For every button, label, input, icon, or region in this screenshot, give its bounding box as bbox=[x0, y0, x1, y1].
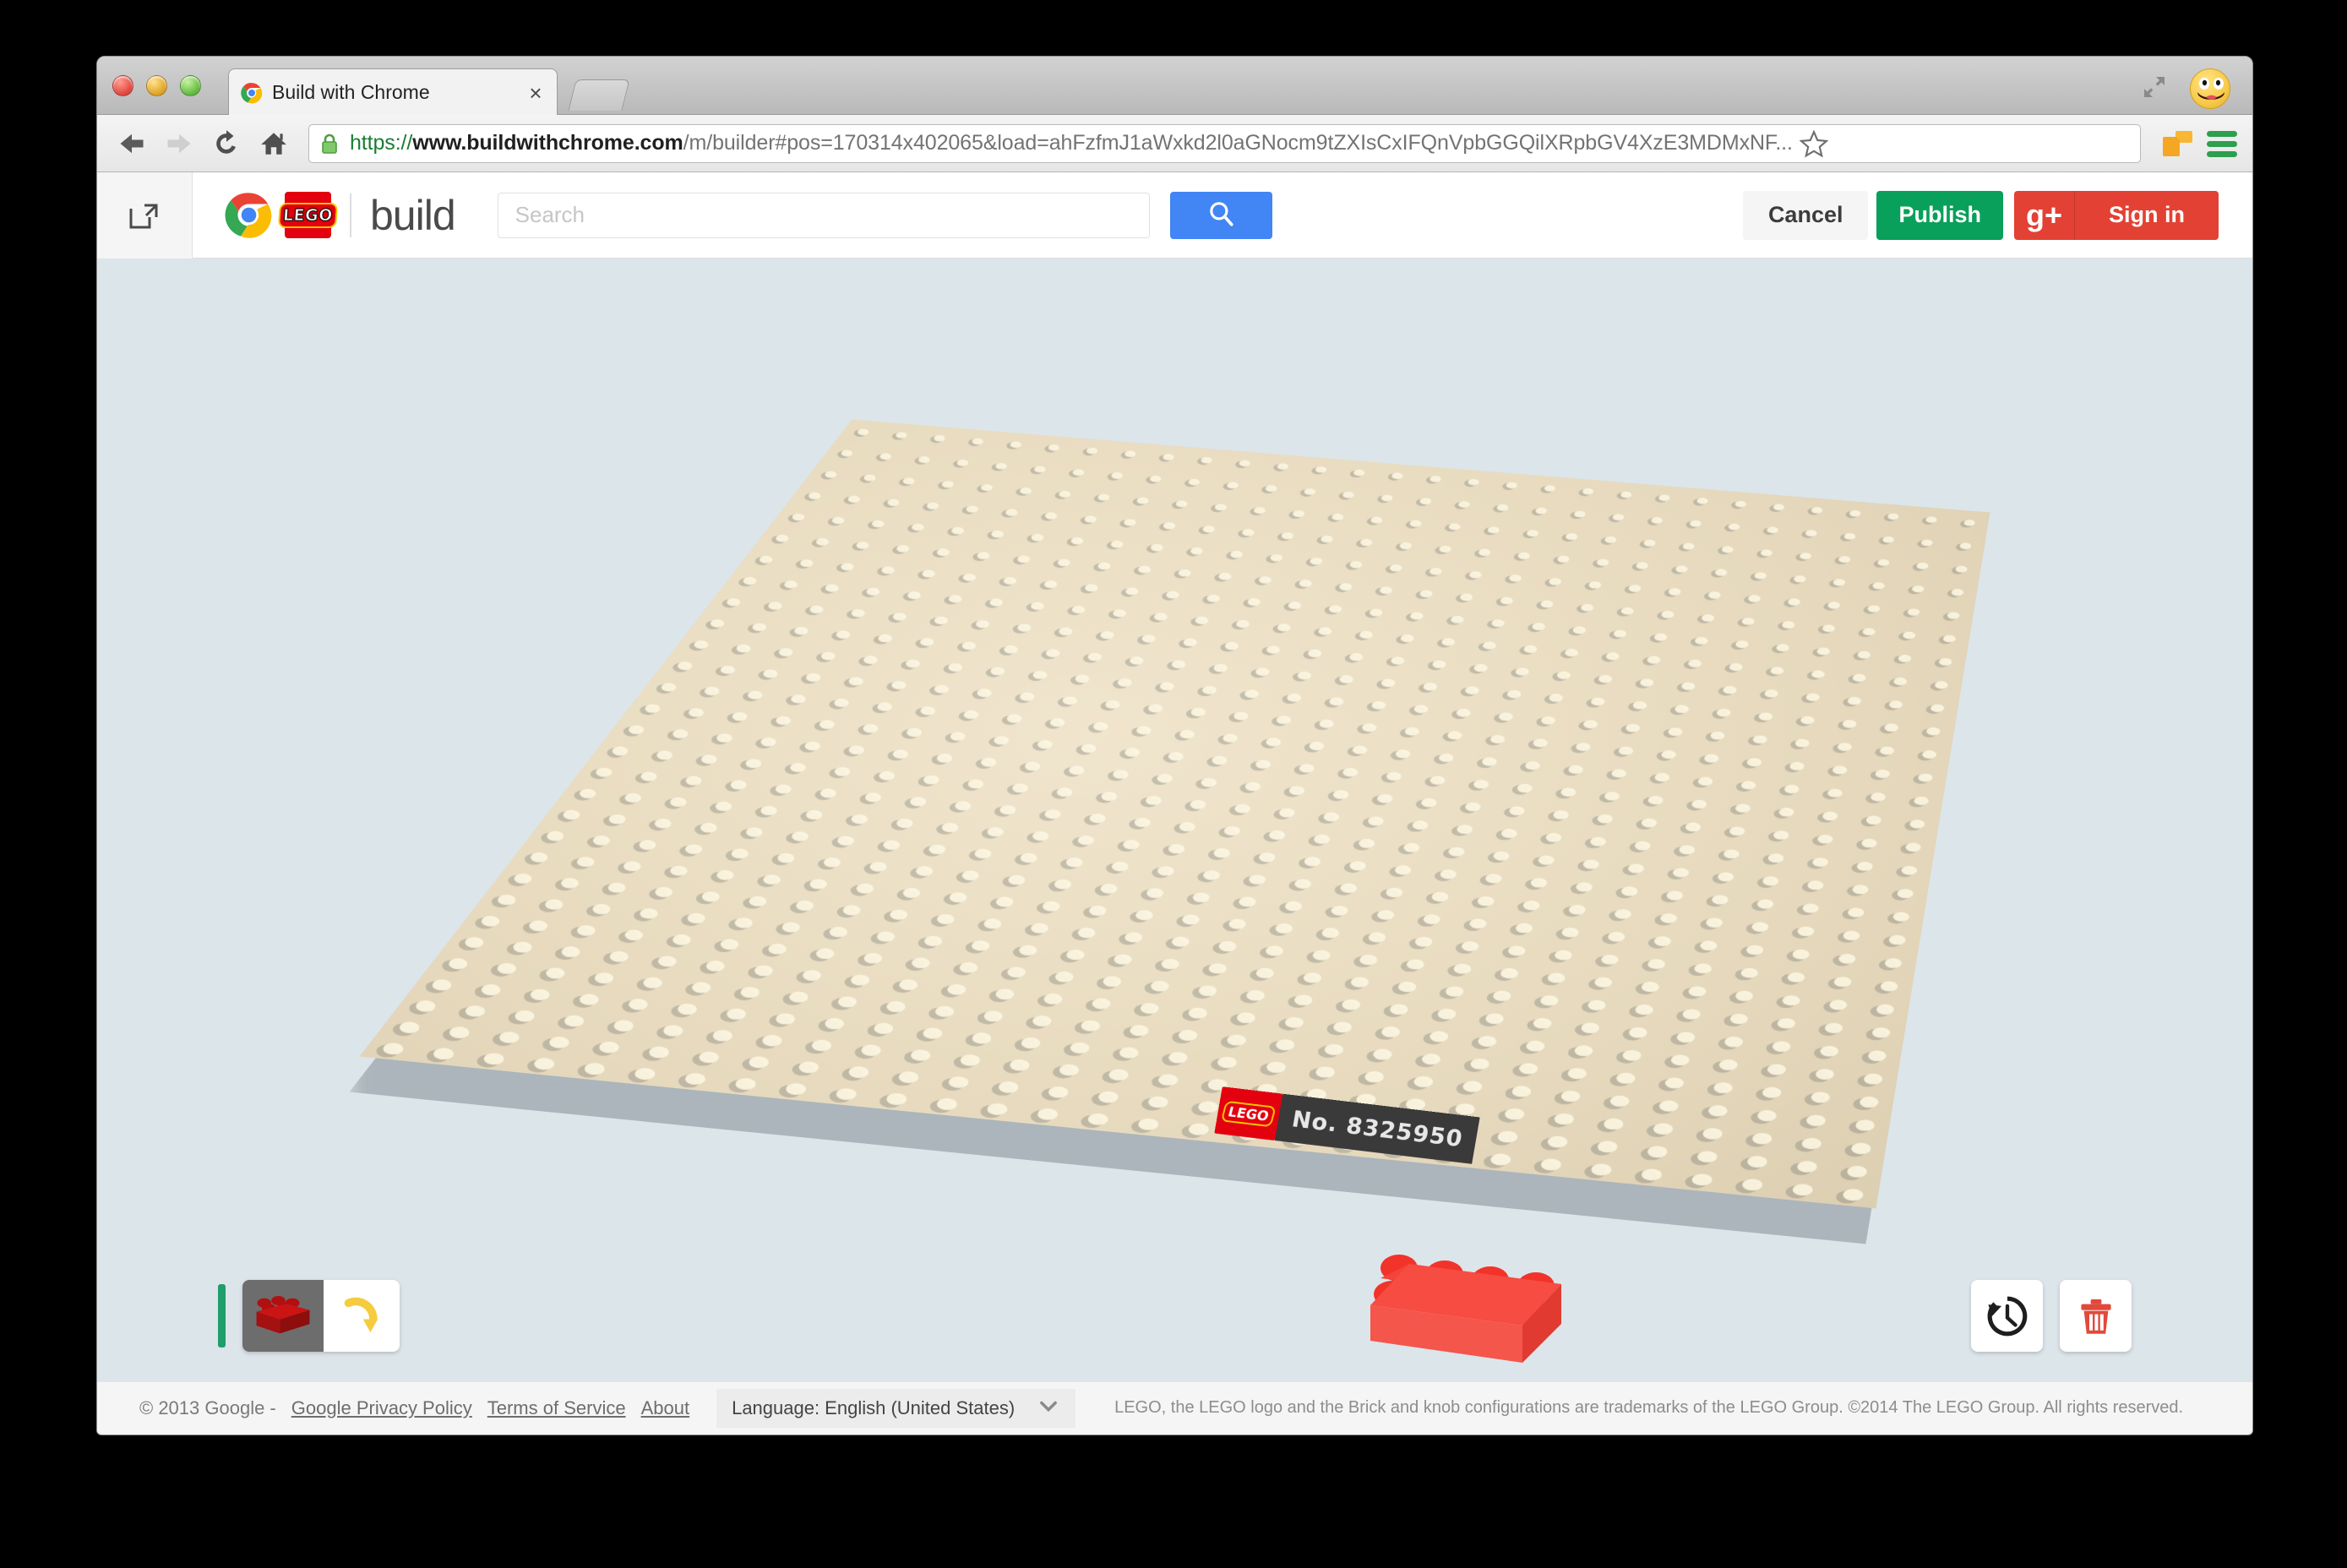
window-minimize-button[interactable] bbox=[146, 75, 167, 96]
reload-button[interactable] bbox=[207, 124, 246, 163]
app-footer: © 2013 Google - Google Privacy Policy Te… bbox=[97, 1381, 2252, 1434]
cancel-button[interactable]: Cancel bbox=[1742, 190, 1869, 240]
browser-tab[interactable]: Build with Chrome × bbox=[228, 68, 558, 116]
lock-icon bbox=[319, 133, 340, 155]
star-bookmark-icon[interactable] bbox=[1799, 129, 1829, 158]
search-button[interactable] bbox=[1169, 191, 1272, 239]
privacy-policy-link[interactable]: Google Privacy Policy bbox=[291, 1397, 472, 1419]
browser-window: Build with Chrome × https://www.buildwit… bbox=[96, 56, 2253, 1435]
hamburger-menu-icon[interactable] bbox=[2207, 130, 2237, 157]
brand-logo[interactable]: LEGO build bbox=[225, 191, 456, 240]
lego-logo-icon: LEGO bbox=[1213, 1086, 1282, 1141]
app-title: build bbox=[370, 191, 456, 239]
forward-button[interactable] bbox=[160, 124, 199, 163]
rotate-arrow-icon bbox=[344, 1297, 378, 1332]
google-plus-icon: g+ bbox=[2014, 190, 2075, 240]
chevron-down-icon bbox=[1037, 1394, 1060, 1423]
history-undo-button[interactable] bbox=[1971, 1280, 2043, 1352]
canvas-tools bbox=[1971, 1280, 2132, 1352]
awesome-face-avatar[interactable] bbox=[2190, 68, 2230, 109]
brick-palette-tray bbox=[218, 1280, 400, 1352]
address-bar[interactable]: https://www.buildwithchrome.com/m/builde… bbox=[308, 123, 2141, 163]
terms-of-service-link[interactable]: Terms of Service bbox=[487, 1397, 626, 1419]
fullscreen-arrows-icon[interactable] bbox=[2141, 74, 2168, 101]
language-select-label: Language: English (United States) bbox=[732, 1396, 1016, 1418]
new-tab-button[interactable] bbox=[568, 79, 630, 111]
window-traffic-lights bbox=[112, 75, 201, 96]
palette-indicator bbox=[218, 1284, 226, 1348]
url-text: https://www.buildwithchrome.com/m/builde… bbox=[350, 131, 1793, 155]
chrome-logo-icon bbox=[241, 82, 263, 104]
signin-group[interactable]: g+ Sign in bbox=[2014, 190, 2219, 240]
window-close-button[interactable] bbox=[112, 75, 133, 96]
app-header: LEGO build Cancel Publish g+ bbox=[97, 172, 2252, 259]
browser-toolbar: https://www.buildwithchrome.com/m/builde… bbox=[97, 115, 2252, 172]
close-icon[interactable]: × bbox=[523, 80, 548, 106]
selected-brick-swatch[interactable] bbox=[242, 1280, 324, 1352]
brand-divider bbox=[350, 193, 351, 237]
bookmarks-folder-icon[interactable] bbox=[2163, 129, 2197, 158]
footer-links: Google Privacy Policy Terms of Service A… bbox=[291, 1397, 689, 1419]
sign-in-button[interactable]: Sign in bbox=[2075, 191, 2219, 240]
red-2x4-brick[interactable] bbox=[1367, 1246, 1575, 1381]
rotate-brick-button[interactable] bbox=[324, 1280, 400, 1352]
about-link[interactable]: About bbox=[641, 1397, 690, 1419]
builder-canvas[interactable]: LEGO No. 8325950 bbox=[97, 259, 2252, 1381]
publish-button[interactable]: Publish bbox=[1876, 190, 2003, 240]
tab-title: Build with Chrome bbox=[272, 81, 430, 103]
desktop-background: Build with Chrome × https://www.buildwit… bbox=[0, 0, 2347, 1568]
home-button[interactable] bbox=[254, 124, 293, 163]
language-select[interactable]: Language: English (United States) bbox=[716, 1388, 1076, 1428]
open-panel-icon[interactable] bbox=[97, 172, 193, 259]
history-clock-icon bbox=[1987, 1296, 2027, 1336]
badge-brand-text: LEGO bbox=[1220, 1099, 1277, 1127]
search-icon bbox=[1206, 199, 1235, 231]
header-actions: Cancel Publish g+ Sign in bbox=[1742, 190, 2219, 240]
delete-button[interactable] bbox=[2060, 1280, 2132, 1352]
lego-logo-icon: LEGO bbox=[278, 192, 338, 238]
chrome-logo-icon bbox=[225, 191, 273, 239]
baseplate-group: LEGO No. 8325950 bbox=[349, 398, 1990, 1363]
red-brick-icon bbox=[256, 1295, 310, 1333]
brick-swatch-group bbox=[242, 1280, 400, 1352]
trash-icon bbox=[2080, 1298, 2111, 1334]
window-zoom-button[interactable] bbox=[180, 75, 201, 96]
copyright-text: © 2013 Google - bbox=[139, 1396, 276, 1418]
back-button[interactable] bbox=[112, 124, 151, 163]
tab-strip: Build with Chrome × bbox=[97, 57, 2252, 116]
lego-logo-text: LEGO bbox=[278, 202, 338, 228]
search-input[interactable] bbox=[497, 192, 1150, 238]
legal-text: LEGO, the LEGO logo and the Brick and kn… bbox=[1114, 1398, 2184, 1417]
